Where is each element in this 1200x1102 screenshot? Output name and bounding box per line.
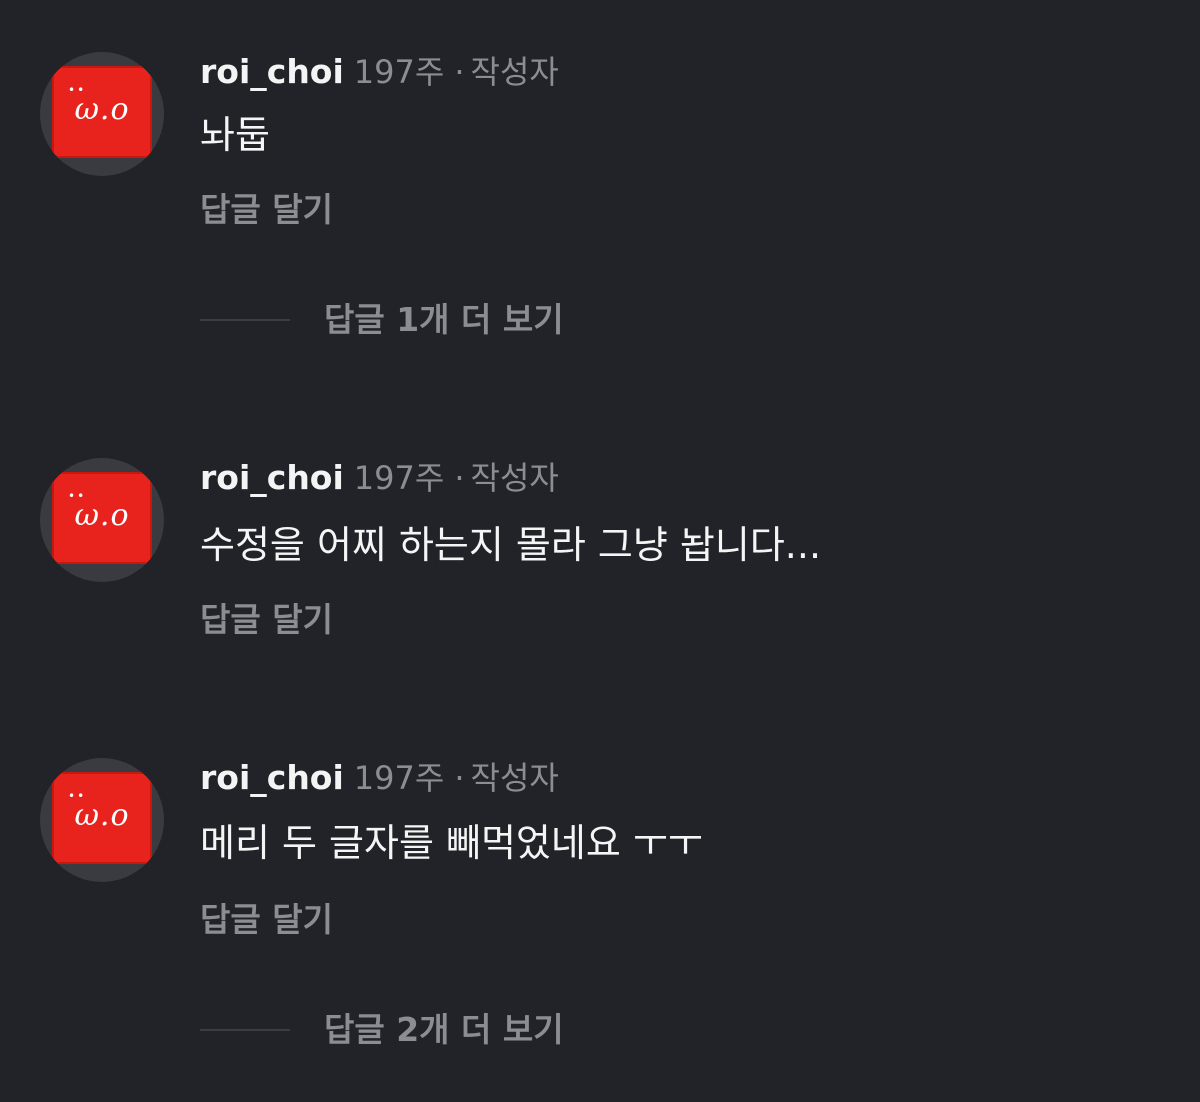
comment-text: 수정을 어찌 하는지 몰라 그냥 놥니다...: [200, 523, 822, 567]
author-badge: 작성자: [470, 759, 559, 797]
view-more-replies-label: 답글 2개 더 보기: [324, 1010, 564, 1049]
timestamp: 197주: [353, 459, 445, 497]
avatar-logo-text: ω.o: [74, 798, 130, 833]
author-badge: 작성자: [470, 53, 559, 91]
comment-header: roi_choi 197주 · 작성자: [200, 756, 559, 800]
username[interactable]: roi_choi: [200, 52, 344, 91]
username[interactable]: roi_choi: [200, 758, 344, 797]
divider-line: [200, 319, 290, 321]
username[interactable]: roi_choi: [200, 458, 344, 497]
comment-header: roi_choi 197주 · 작성자: [200, 50, 559, 94]
avatar[interactable]: •• ω.o: [40, 458, 164, 582]
avatar-logo-text: ω.o: [74, 92, 130, 127]
avatar-logo-card: •• ω.o: [52, 772, 152, 864]
timestamp: 197주: [353, 759, 445, 797]
reply-button[interactable]: 답글 달기: [200, 598, 333, 642]
avatar-logo-card: •• ω.o: [52, 66, 152, 158]
divider-line: [200, 1029, 290, 1031]
comment-header: roi_choi 197주 · 작성자: [200, 456, 559, 500]
author-badge: 작성자: [470, 459, 559, 497]
reply-button[interactable]: 답글 달기: [200, 188, 333, 232]
reply-button[interactable]: 답글 달기: [200, 898, 333, 942]
view-more-replies-label: 답글 1개 더 보기: [324, 300, 564, 339]
avatar-logo-card: •• ω.o: [52, 472, 152, 564]
comment-text: 메리 두 글자를 빼먹었네요 ㅜㅜ: [200, 821, 703, 865]
separator: ·: [454, 459, 465, 497]
avatar-logo-text: ω.o: [74, 498, 130, 533]
comment-text: 놔둡: [200, 113, 270, 157]
separator: ·: [454, 759, 465, 797]
separator: ·: [454, 53, 465, 91]
avatar[interactable]: •• ω.o: [40, 52, 164, 176]
avatar[interactable]: •• ω.o: [40, 758, 164, 882]
timestamp: 197주: [353, 53, 445, 91]
